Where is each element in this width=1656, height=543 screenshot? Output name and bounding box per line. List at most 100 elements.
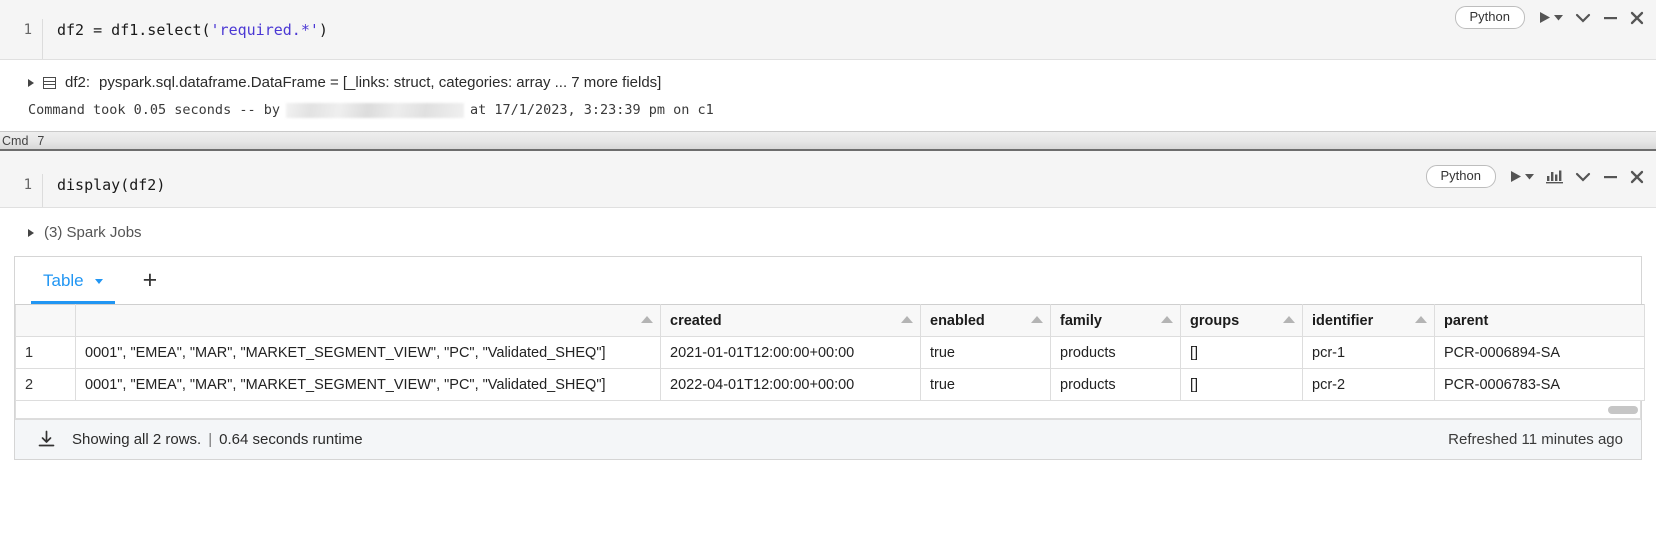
cell-1-status: Command took 0.05 seconds -- by at 17/1/… bbox=[0, 91, 1656, 118]
cell-1-language-badge[interactable]: Python bbox=[1454, 6, 1525, 29]
download-button[interactable] bbox=[37, 430, 56, 449]
table-header-label: groups bbox=[1190, 312, 1240, 329]
row-index: 2 bbox=[15, 368, 76, 401]
footer-refreshed-text: Refreshed 11 minutes ago bbox=[1448, 431, 1623, 448]
download-icon bbox=[38, 430, 55, 447]
table-cell: [] bbox=[1180, 368, 1303, 401]
table-cell: true bbox=[920, 368, 1051, 401]
table-header-label: created bbox=[670, 312, 722, 329]
cell-2-run-button[interactable] bbox=[1508, 169, 1534, 184]
cell-2-line-number: 1 bbox=[23, 177, 32, 193]
cell-2-code-area[interactable]: 1 display(df2) bbox=[0, 151, 1656, 208]
table-header-label: parent bbox=[1444, 312, 1489, 329]
table-cell: PCR-0006894-SA bbox=[1434, 336, 1645, 369]
cell-2-toolbar: Python bbox=[1425, 165, 1644, 188]
cell-2-close-button[interactable] bbox=[1630, 170, 1644, 184]
cell-1-code-area[interactable]: 1 df2 = df1.select('required.*') bbox=[0, 0, 1656, 60]
table-header-cell[interactable]: enabled bbox=[920, 304, 1051, 337]
table-horizontal-scrollbar[interactable] bbox=[15, 401, 1641, 419]
cell-1-code-suffix: ) bbox=[318, 21, 328, 39]
result-variable-type: pyspark.sql.dataframe.DataFrame = [_link… bbox=[99, 74, 662, 91]
close-icon bbox=[1630, 170, 1644, 183]
table-header-label: identifier bbox=[1312, 312, 1374, 329]
command-divider-number: 7 bbox=[37, 133, 45, 148]
row-index: 1 bbox=[15, 336, 76, 369]
cell-2-collapse-button[interactable] bbox=[1575, 171, 1591, 183]
cell-1-code-string: 'required.*' bbox=[210, 21, 319, 39]
notebook-cell-2: Python 1 display(df2) (3) Spark Jobs Tab… bbox=[0, 151, 1656, 460]
table-header-cell[interactable] bbox=[75, 304, 661, 337]
table-row[interactable]: 2 0001", "EMEA", "MAR", "MARKET_SEGMENT_… bbox=[15, 368, 1645, 401]
command-divider[interactable]: Cmd 7 bbox=[0, 131, 1656, 151]
bar-chart-icon bbox=[1546, 170, 1563, 184]
table-cell: pcr-2 bbox=[1302, 368, 1435, 401]
table-header-cell[interactable]: groups bbox=[1180, 304, 1303, 337]
command-divider-label: Cmd bbox=[2, 133, 29, 148]
chevron-down-icon bbox=[94, 279, 103, 284]
footer-rows-text: Showing all 2 rows. bbox=[72, 431, 202, 448]
sort-ascending-icon bbox=[1161, 316, 1173, 323]
cell-1-close-button[interactable] bbox=[1630, 11, 1644, 25]
caret-down-icon bbox=[1554, 15, 1563, 21]
table-cell: 0001", "EMEA", "MAR", "MARKET_SEGMENT_VI… bbox=[75, 336, 661, 369]
results-footer: Showing all 2 rows. | 0.64 seconds runti… bbox=[15, 419, 1641, 459]
table-cell: pcr-1 bbox=[1302, 336, 1435, 369]
table-cell: 0001", "EMEA", "MAR", "MARKET_SEGMENT_VI… bbox=[75, 368, 661, 401]
play-icon bbox=[1540, 12, 1550, 23]
cell-2-code[interactable]: display(df2) bbox=[43, 174, 1656, 196]
sort-ascending-icon bbox=[1415, 316, 1427, 323]
scrollbar-thumb[interactable] bbox=[1608, 406, 1638, 414]
chevron-down-icon bbox=[1575, 172, 1591, 182]
table-cell: 2022-04-01T12:00:00+00:00 bbox=[660, 368, 921, 401]
spark-jobs-toggle[interactable]: (3) Spark Jobs bbox=[0, 208, 1656, 241]
table-cell: [] bbox=[1180, 336, 1303, 369]
table-header-cell[interactable]: created bbox=[660, 304, 921, 337]
cell-1-collapse-button[interactable] bbox=[1575, 12, 1591, 24]
table-header-cell[interactable]: identifier bbox=[1302, 304, 1435, 337]
table-cell: 2021-01-01T12:00:00+00:00 bbox=[660, 336, 921, 369]
table-header-label: family bbox=[1060, 312, 1102, 329]
cell-1-minimize-button[interactable] bbox=[1603, 12, 1618, 24]
footer-runtime-text: 0.64 seconds runtime bbox=[219, 431, 363, 448]
table-cell: PCR-0006783-SA bbox=[1434, 368, 1645, 401]
table-row[interactable]: 1 0001", "EMEA", "MAR", "MARKET_SEGMENT_… bbox=[15, 336, 1645, 369]
cell-1-run-button[interactable] bbox=[1537, 10, 1563, 25]
minus-icon bbox=[1604, 16, 1617, 19]
table-grid-icon bbox=[43, 76, 56, 89]
caret-down-icon bbox=[1525, 174, 1534, 180]
table-header-label: enabled bbox=[930, 312, 985, 329]
sort-ascending-icon bbox=[1283, 316, 1295, 323]
table-cell: products bbox=[1050, 336, 1181, 369]
sort-ascending-icon bbox=[901, 316, 913, 323]
visualization-panel: Table + created enabled family groups id… bbox=[14, 256, 1645, 460]
minus-icon bbox=[1604, 175, 1617, 178]
spark-jobs-label: (3) Spark Jobs bbox=[44, 224, 142, 241]
footer-separator: | bbox=[208, 431, 213, 448]
cell-2-chart-button[interactable] bbox=[1546, 169, 1563, 184]
sort-ascending-icon bbox=[1031, 316, 1043, 323]
cell-2-language-badge[interactable]: Python bbox=[1425, 165, 1496, 188]
chevron-down-icon bbox=[1575, 13, 1591, 23]
sort-ascending-icon bbox=[641, 316, 653, 323]
play-icon bbox=[1511, 171, 1521, 182]
table-header-cell[interactable]: parent bbox=[1434, 304, 1645, 337]
cell-1-toolbar: Python bbox=[1454, 6, 1644, 29]
cell-1-code[interactable]: df2 = df1.select('required.*') bbox=[43, 19, 1656, 41]
add-visualization-button[interactable]: + bbox=[143, 268, 158, 293]
cell-1-status-suffix: at 17/1/2023, 3:23:39 pm on c1 bbox=[469, 102, 714, 118]
notebook-cell-1: Python 1 df2 = df1.select('required.*') … bbox=[0, 0, 1656, 118]
cell-1-status-prefix: Command took 0.05 seconds -- by bbox=[28, 102, 280, 118]
close-icon bbox=[1630, 11, 1644, 24]
cell-1-line-number: 1 bbox=[23, 22, 32, 38]
table-header-cell[interactable]: family bbox=[1050, 304, 1181, 337]
cell-1-code-prefix: df2 = df1.select( bbox=[57, 21, 211, 39]
redacted-username bbox=[285, 102, 464, 118]
table-header-row: created enabled family groups identifier… bbox=[15, 304, 1645, 337]
table-cell: products bbox=[1050, 368, 1181, 401]
cell-value: 0001", "EMEA", "MAR", "MARKET_SEGMENT_VI… bbox=[85, 344, 606, 361]
tab-table[interactable]: Table bbox=[31, 257, 115, 304]
expand-triangle-icon[interactable] bbox=[28, 78, 34, 87]
table-header-index bbox=[15, 304, 76, 337]
cell-2-minimize-button[interactable] bbox=[1603, 171, 1618, 183]
result-variable-name: df2: bbox=[65, 74, 91, 91]
